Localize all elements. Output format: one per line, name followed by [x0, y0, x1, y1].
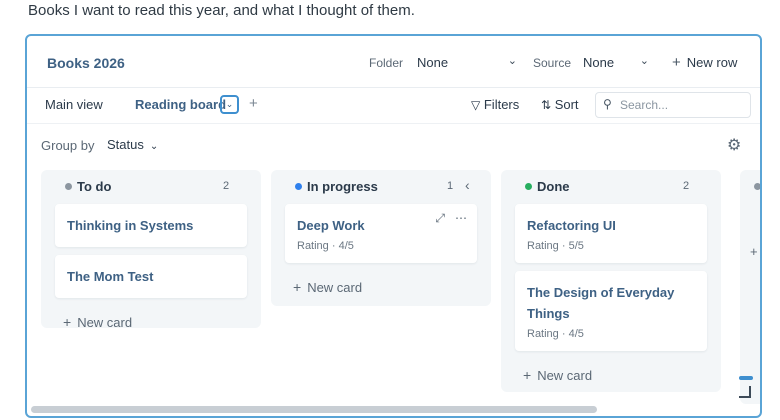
gear-icon[interactable]: ⚙	[727, 135, 741, 155]
database-title[interactable]: Books 2026	[47, 55, 125, 71]
filters-label: Filters	[483, 97, 520, 112]
column-count: 1	[447, 180, 454, 192]
status-dot	[754, 183, 760, 190]
status-dot	[525, 183, 532, 190]
scroll-indicator[interactable]	[739, 376, 753, 380]
column-done: Done 2 Refactoring UI Rating · 5/5 The D…	[501, 170, 721, 392]
search-icon: ⚲	[603, 97, 612, 111]
plus-icon: +	[523, 367, 532, 383]
source-label: Source	[533, 56, 572, 70]
view-dropdown-button[interactable]: ⌄	[220, 95, 239, 114]
source-select[interactable]: None ⌄	[575, 52, 655, 74]
chevron-down-icon: ⌄	[225, 99, 234, 109]
group-by-select[interactable]: Status ⌄	[107, 137, 158, 152]
chevron-down-icon: ⌄	[149, 141, 159, 152]
folder-label: Folder	[369, 56, 404, 70]
column-name: Done	[537, 179, 570, 194]
sort-label: Sort	[554, 97, 579, 112]
new-card-label: New card	[537, 368, 593, 383]
intro-text: Books I want to read this year, and what…	[28, 2, 415, 19]
database-header: Books 2026 Folder None ⌄ Source None ⌄ +…	[27, 36, 760, 88]
more-icon[interactable]: ⋯	[455, 211, 467, 225]
card[interactable]: Thinking in Systems	[55, 204, 247, 247]
column-to-do: To do 2 Thinking in Systems The Mom Test…	[41, 170, 261, 330]
card-title: The Design of Everyday Things	[527, 285, 675, 321]
column-header: To do 2	[49, 170, 253, 204]
group-by-label: Group by	[41, 138, 95, 153]
horizontal-scrollbar[interactable]	[31, 406, 597, 413]
sort-button[interactable]: ⇅ Sort	[541, 97, 579, 112]
chevron-down-icon: ⌄	[639, 55, 649, 67]
status-dot	[65, 183, 72, 190]
new-card-label: New card	[77, 315, 133, 330]
new-row-button[interactable]: + New row	[672, 54, 737, 71]
new-card-button[interactable]: + New card	[279, 271, 483, 307]
chevron-down-icon: ⌄	[507, 55, 517, 67]
view-toolbar: Main view Reading board ⌄ + ▽ Filters ⇅ …	[27, 88, 760, 124]
card-rating: Rating · 5/5	[527, 240, 584, 252]
filters-button[interactable]: ▽ Filters	[471, 97, 519, 112]
column-in-progress: In progress 1 ‹ Deep Work Rating · 4/5 ⤢…	[271, 170, 491, 306]
column-header: In progress 1 ‹	[279, 170, 483, 204]
card[interactable]: Deep Work Rating · 4/5 ⤢ ⋯	[285, 204, 477, 263]
column-name: To do	[77, 179, 112, 194]
plus-icon: +	[293, 279, 302, 295]
tab-main-view[interactable]: Main view	[45, 97, 103, 112]
status-dot	[295, 183, 302, 190]
new-row-label: New row	[686, 55, 738, 70]
card-rating: Rating · 4/5	[527, 328, 584, 340]
filter-icon: ▽	[471, 98, 481, 112]
column-count: 2	[223, 180, 230, 192]
column-name: In progress	[307, 179, 378, 194]
new-card-label: New card	[307, 280, 363, 295]
group-by-value: Status	[107, 137, 144, 152]
card-title: The Mom Test	[67, 269, 154, 284]
plus-icon[interactable]: +	[750, 244, 758, 259]
sort-icon: ⇅	[541, 98, 552, 112]
expand-icon[interactable]: ⤢	[435, 211, 445, 225]
chevron-left-icon[interactable]: ‹	[465, 177, 470, 193]
card[interactable]: The Design of Everyday Things Rating · 4…	[515, 271, 707, 351]
search-placeholder: Search...	[620, 98, 669, 112]
folder-value: None	[417, 55, 449, 70]
card-actions: ⤢ ⋯	[425, 211, 467, 226]
card-title: Thinking in Systems	[67, 218, 194, 233]
column-partial: +	[740, 170, 760, 404]
new-card-button[interactable]: + New card	[509, 359, 713, 395]
source-value: None	[583, 55, 615, 70]
card[interactable]: The Mom Test	[55, 255, 247, 298]
plus-icon: +	[249, 95, 258, 112]
column-count: 2	[683, 180, 690, 192]
tab-reading-board[interactable]: Reading board	[135, 97, 226, 112]
plus-icon: +	[672, 54, 681, 71]
card-rating: Rating · 4/5	[297, 240, 354, 252]
group-toolbar: Group by Status ⌄ ⚙	[27, 124, 760, 164]
resize-handle[interactable]	[739, 386, 751, 398]
search-input[interactable]: ⚲ Search...	[595, 92, 751, 118]
add-view-button[interactable]: +	[249, 95, 258, 112]
kanban-board: To do 2 Thinking in Systems The Mom Test…	[27, 170, 760, 404]
folder-select[interactable]: None ⌄	[409, 52, 523, 74]
database-block: Books 2026 Folder None ⌄ Source None ⌄ +…	[25, 34, 762, 418]
card[interactable]: Refactoring UI Rating · 5/5	[515, 204, 707, 263]
plus-icon: +	[63, 314, 72, 330]
new-card-button[interactable]: + New card	[49, 306, 253, 342]
card-title: Refactoring UI	[527, 218, 616, 233]
column-header: Done 2	[509, 170, 713, 204]
